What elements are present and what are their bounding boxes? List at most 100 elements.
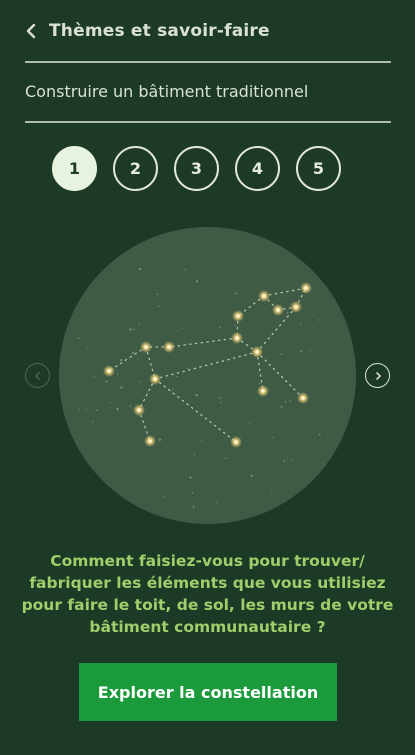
step-4-button[interactable]: 4 — [235, 146, 280, 191]
background-star-dot — [286, 311, 289, 314]
carousel-next-button[interactable] — [365, 363, 390, 388]
background-star-dot — [283, 460, 285, 462]
background-star-dot — [187, 367, 189, 370]
page-title: Thèmes et savoir-faire — [49, 21, 270, 41]
background-star-dot — [193, 453, 196, 456]
background-star-dot — [234, 292, 237, 295]
background-star-dot — [181, 327, 183, 329]
step-1-button[interactable]: 1 — [52, 146, 97, 191]
background-star-dot — [85, 409, 87, 411]
step-2-button[interactable]: 2 — [113, 146, 158, 191]
background-star-dot — [119, 423, 121, 425]
background-star-dot — [189, 476, 192, 479]
background-star-dot — [78, 409, 80, 411]
star-icon — [163, 341, 175, 353]
constellation-view[interactable] — [59, 227, 356, 524]
background-star-dot — [191, 492, 194, 494]
background-star-dot — [272, 436, 274, 439]
star-icon — [231, 332, 243, 344]
background-star-dot — [184, 269, 186, 271]
background-star-dot — [132, 351, 135, 354]
background-star-dot — [158, 438, 161, 441]
step-selector: 1 2 3 4 5 — [52, 146, 341, 191]
background-star-dot — [319, 319, 321, 321]
background-star-dot — [133, 328, 135, 331]
divider-bottom — [25, 121, 391, 123]
carousel-prev-button[interactable] — [25, 363, 50, 388]
constellation-line — [263, 287, 307, 297]
background-star-dot — [176, 375, 178, 378]
constellation-line — [168, 337, 238, 348]
theme-subtitle: Construire un bâtiment traditionnel — [25, 82, 309, 101]
background-star-dot — [93, 376, 96, 378]
star-icon — [300, 282, 312, 294]
background-star-dot — [162, 495, 165, 498]
background-star-dot — [248, 422, 251, 425]
background-star-dot — [201, 440, 203, 442]
background-star-dot — [96, 409, 98, 412]
background-star-dot — [215, 501, 218, 503]
constellation-line — [154, 351, 258, 380]
step-5-button[interactable]: 5 — [296, 146, 341, 191]
background-star-dot — [195, 393, 198, 397]
background-star-dot — [87, 346, 89, 348]
chevron-left-icon — [34, 371, 40, 380]
star-icon — [258, 290, 270, 302]
background-star-dot — [192, 505, 195, 508]
constellation-graphic — [77, 267, 321, 508]
star-icon — [103, 365, 115, 377]
background-star-dot — [280, 353, 283, 355]
background-star-dot — [139, 381, 141, 383]
chevron-left-icon[interactable] — [25, 21, 39, 41]
background-star-dot — [250, 474, 253, 477]
background-star-dot — [289, 400, 292, 402]
background-star-dot — [186, 343, 188, 345]
background-star-dot — [291, 459, 294, 462]
background-star-dot — [237, 468, 239, 470]
background-star-dot — [156, 293, 159, 296]
background-star-dot — [120, 386, 123, 389]
background-star-dot — [287, 457, 289, 459]
background-star-dot — [219, 397, 222, 400]
background-star-dot — [92, 421, 94, 423]
background-star-dot — [284, 400, 286, 403]
question-text: Comment faisiez-vous pour trouver/ fabri… — [21, 552, 394, 636]
background-star-dot — [116, 373, 119, 375]
background-star-dot — [110, 402, 112, 404]
divider-top — [25, 61, 391, 63]
background-star-dot — [77, 337, 80, 339]
star-icon — [149, 373, 161, 385]
background-star-dot — [259, 382, 261, 385]
step-3-button[interactable]: 3 — [174, 146, 219, 191]
header: Thèmes et savoir-faire — [25, 18, 270, 44]
background-star-dot — [178, 330, 180, 332]
background-star-dot — [129, 328, 132, 331]
background-star-dot — [139, 267, 142, 271]
star-icon — [290, 301, 302, 313]
background-star-dot — [220, 401, 222, 404]
star-icon — [297, 392, 309, 404]
background-star-dot — [300, 350, 303, 353]
star-icon — [133, 404, 145, 416]
star-icon — [230, 436, 242, 448]
star-icon — [140, 341, 152, 353]
background-star-dot — [299, 323, 302, 326]
background-star-dot — [178, 346, 180, 349]
star-icon — [144, 435, 156, 447]
explore-constellation-button[interactable]: Explorer la constellation — [79, 663, 337, 721]
background-star-dot — [218, 326, 222, 329]
background-star-dot — [138, 323, 140, 325]
background-star-dot — [234, 324, 236, 327]
constellation-line — [108, 346, 147, 372]
chevron-right-icon — [375, 371, 381, 380]
background-star-dot — [318, 433, 321, 436]
background-star-dot — [120, 358, 123, 362]
star-icon — [232, 310, 244, 322]
background-star-dot — [280, 405, 283, 409]
background-star-dot — [105, 380, 108, 383]
background-star-dot — [154, 410, 156, 413]
background-star-dot — [158, 305, 160, 308]
constellation-line — [154, 378, 237, 443]
background-star-dot — [309, 349, 311, 352]
background-star-dot — [195, 280, 199, 283]
